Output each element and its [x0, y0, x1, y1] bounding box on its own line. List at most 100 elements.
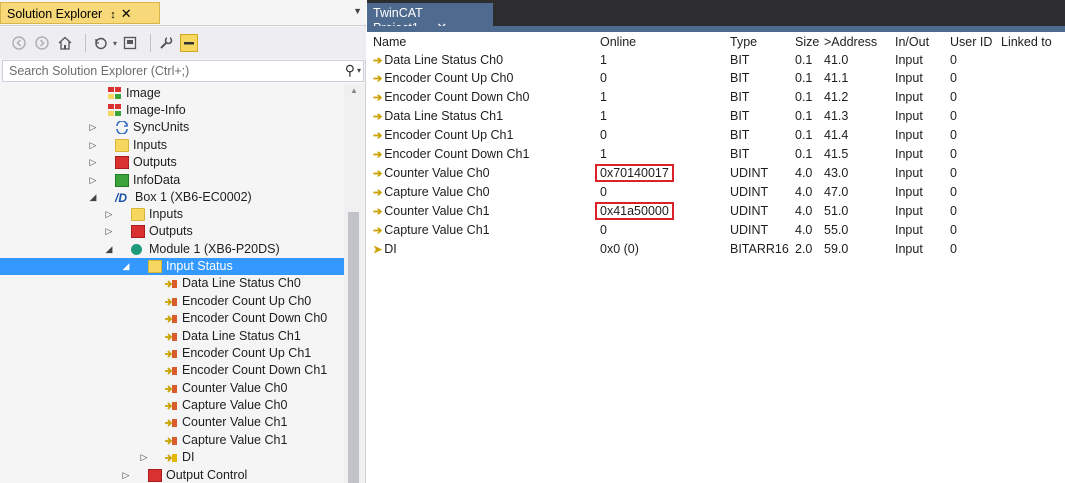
toolbar-separator [85, 34, 86, 52]
tree-item[interactable]: Encoder Count Up Ch1 [0, 345, 344, 362]
history-dropdown-icon[interactable]: ▾ [113, 39, 117, 48]
inout-cell: Input [895, 223, 923, 237]
expand-arrow-icon[interactable]: ▷ [104, 206, 114, 223]
tree-item[interactable]: Data Line Status Ch0 [0, 275, 344, 292]
table-row[interactable]: ➔ Capture Value Ch1 0 UDINT 4.0 55.0 Input 0 [367, 221, 1065, 240]
scroll-up-icon[interactable]: ▲ [350, 86, 358, 95]
sync-view-icon[interactable] [121, 34, 139, 52]
tree-item-label: Counter Value Ch1 [182, 415, 288, 429]
tree-item[interactable]: Image-Info [0, 102, 344, 119]
home-icon[interactable] [56, 34, 74, 52]
tree-item[interactable]: ◢ Input Status [0, 258, 344, 275]
search-input[interactable]: Search Solution Explorer (Ctrl+;) [9, 64, 189, 78]
document-tab-underline [367, 26, 1065, 32]
variable-name-cell: ➔ Counter Value Ch0 [373, 164, 598, 184]
col-linked-header[interactable]: Linked to [1001, 33, 1063, 52]
tree-item[interactable]: ▷ Inputs [0, 206, 344, 223]
close-icon[interactable]: ✕ [121, 6, 132, 21]
table-row[interactable]: ➔ Encoder Count Down Ch0 1 BIT 0.1 41.2 Input 0 [367, 88, 1065, 107]
col-name-header[interactable]: Name [373, 33, 598, 52]
pin-icon[interactable]: ↕ [110, 9, 116, 21]
table-row[interactable]: ➔ Counter Value Ch0 0x70140017 UDINT 4.0 43.0… [367, 164, 1065, 183]
tree-item[interactable]: Capture Value Ch1 [0, 432, 344, 449]
expand-arrow-icon[interactable]: ▷ [88, 137, 98, 154]
variable-name: Encoder Count Up Ch1 [384, 128, 514, 142]
tree-item[interactable]: Capture Value Ch0 [0, 397, 344, 414]
table-row[interactable]: ➔ Capture Value Ch0 0 UDINT 4.0 47.0 Input 0 [367, 183, 1065, 202]
search-box[interactable]: Search Solution Explorer (Ctrl+;) ⚲ ▾ [2, 60, 364, 82]
expand-arrow-icon[interactable]: ▷ [104, 223, 114, 240]
expand-arrow-icon[interactable]: ▷ [88, 119, 98, 136]
table-row[interactable]: ➔ Data Line Status Ch1 1 BIT 0.1 41.3 Input 0 [367, 107, 1065, 126]
twincat-project-tab[interactable]: TwinCAT Project1↕✕ [367, 3, 493, 35]
col-address-header[interactable]: >Address [824, 33, 892, 52]
tree-item[interactable]: Encoder Count Up Ch0 [0, 293, 344, 310]
tree-item[interactable]: ▷ InfoData [0, 172, 344, 189]
tree-item[interactable]: ▷ Outputs [0, 223, 344, 240]
inout-cell: Input [895, 90, 923, 104]
tree-item[interactable]: ▷ Output Control [0, 467, 344, 483]
table-row[interactable]: ➔ Encoder Count Down Ch1 1 BIT 0.1 41.5 Input 0 [367, 145, 1065, 164]
type-cell: UDINT [730, 223, 769, 237]
type-cell: BIT [730, 147, 750, 161]
inputs-folder-icon [115, 139, 129, 152]
table-row[interactable]: ➔ Encoder Count Up Ch1 0 BIT 0.1 41.4 Input 0 [367, 126, 1065, 145]
address-cell: 41.0 [824, 53, 849, 67]
expand-arrow-icon[interactable]: ▷ [121, 467, 131, 483]
collapse-arrow-icon[interactable]: ◢ [104, 241, 114, 258]
col-userid-header[interactable]: User ID [950, 33, 996, 52]
forward-icon[interactable] [33, 34, 51, 52]
tree-item[interactable]: Counter Value Ch1 [0, 414, 344, 431]
collapse-arrow-icon[interactable]: ◢ [88, 189, 98, 206]
tree-item[interactable]: Encoder Count Down Ch1 [0, 362, 344, 379]
preview-selected-icon[interactable] [180, 34, 199, 52]
inputs-folder-icon [131, 208, 145, 221]
expand-arrow-icon[interactable]: ▷ [88, 172, 98, 189]
col-inout-header[interactable]: In/Out [895, 33, 943, 52]
window-position-dropdown-icon[interactable]: ▼ [353, 6, 362, 16]
properties-wrench-icon[interactable] [157, 34, 175, 52]
tree-item-label: Encoder Count Down Ch1 [182, 363, 328, 377]
tree-item-label: Inputs [133, 138, 168, 152]
solution-explorer-tab[interactable]: Solution Explorer ↕ ✕ [0, 2, 160, 24]
search-options-dropdown-icon[interactable]: ▾ [357, 66, 361, 75]
variable-icon: ➔ [373, 149, 383, 161]
tree-scrollbar[interactable]: ▲ [344, 84, 364, 483]
search-icon[interactable]: ⚲ [345, 62, 355, 79]
back-icon[interactable] [10, 34, 28, 52]
tree-item[interactable]: Image [0, 85, 344, 102]
highlighted-online-value: 0x70140017 [595, 164, 674, 182]
table-row[interactable]: ➤ DI 0x0 (0) BITARR16 2.0 59.0 Input 0 [367, 240, 1065, 259]
col-size-header[interactable]: Size [795, 33, 821, 52]
tree-item-label: Module 1 (XB6-P20DS) [149, 242, 280, 256]
address-cell: 41.5 [824, 147, 849, 161]
user-id-cell: 0 [950, 128, 957, 142]
tree-item[interactable]: Data Line Status Ch1 [0, 328, 344, 345]
scrollbar-thumb[interactable] [348, 212, 359, 483]
expand-arrow-icon[interactable]: ▷ [88, 154, 98, 171]
online-value-cell: 0x41a50000 [595, 202, 730, 221]
col-online-header[interactable]: Online [600, 33, 730, 52]
tree-item[interactable]: ▷ Inputs [0, 137, 344, 154]
collapse-arrow-icon[interactable]: ◢ [121, 258, 131, 275]
inout-cell: Input [895, 71, 923, 85]
table-row[interactable]: ➔ Encoder Count Up Ch0 0 BIT 0.1 41.1 Input 0 [367, 69, 1065, 88]
table-row[interactable]: ➔ Data Line Status Ch0 1 BIT 0.1 41.0 Input 0 [367, 51, 1065, 70]
expand-arrow-icon[interactable]: ▷ [139, 449, 149, 466]
col-type-header[interactable]: Type [730, 33, 794, 52]
tree-item[interactable]: Counter Value Ch0 [0, 380, 344, 397]
address-cell: 41.3 [824, 109, 849, 123]
sync-units-icon [115, 120, 129, 135]
tree-item[interactable]: ◢ Module 1 (XB6-P20DS) [0, 241, 344, 258]
tree-item[interactable]: ▷ DI [0, 449, 344, 466]
history-icon[interactable] [92, 34, 110, 52]
table-row[interactable]: ➔ Counter Value Ch1 0x41a50000 UDINT 4.0 51.0… [367, 202, 1065, 221]
tree-item[interactable]: ▷ SyncUnits [0, 119, 344, 136]
variable-icon: ➔ [373, 206, 383, 218]
module-icon [131, 244, 142, 255]
tree-item[interactable]: ◢ /D Box 1 (XB6-EC0002) [0, 189, 344, 206]
variable-icon [164, 295, 178, 308]
tree-item[interactable]: ▷ Outputs [0, 154, 344, 171]
tree-item[interactable]: Encoder Count Down Ch0 [0, 310, 344, 327]
size-cell: 4.0 [795, 166, 813, 180]
